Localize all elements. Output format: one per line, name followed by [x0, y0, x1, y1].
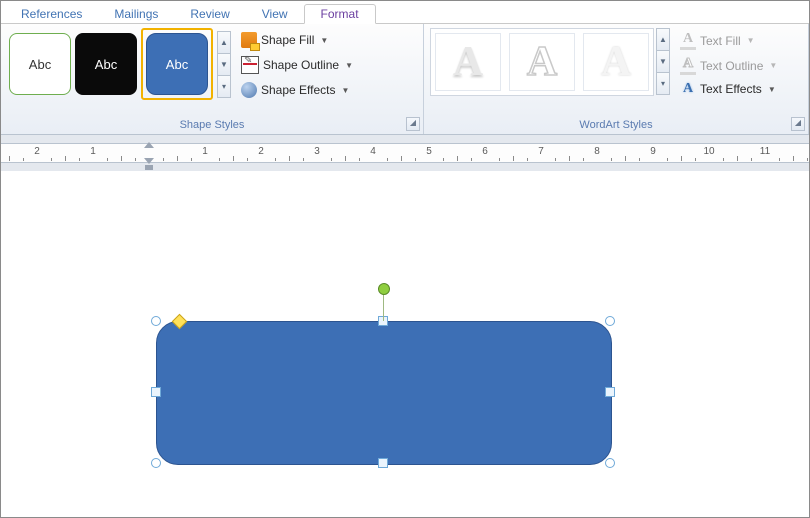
- rotation-handle[interactable]: [378, 283, 390, 295]
- chevron-down-icon: ▼: [320, 36, 328, 45]
- effects-icon: [241, 82, 257, 98]
- ruler-number: 9: [650, 146, 656, 157]
- text-outline-icon: A: [680, 56, 696, 75]
- ruler-number: 6: [482, 146, 488, 157]
- bucket-icon: [241, 32, 257, 48]
- tab-review[interactable]: Review: [174, 5, 245, 23]
- resize-handle-ne[interactable]: [605, 316, 615, 326]
- rounded-rectangle-shape[interactable]: [156, 321, 612, 465]
- text-effects-icon: A: [680, 81, 696, 97]
- resize-handle-w[interactable]: [151, 387, 161, 397]
- wordart-style-2[interactable]: A: [509, 33, 575, 91]
- chevron-down-icon: ▼: [345, 61, 353, 70]
- text-outline-button[interactable]: A Text Outline ▼: [678, 55, 779, 76]
- gallery-up-button[interactable]: ▲: [217, 31, 231, 54]
- text-fill-button[interactable]: A Text Fill ▼: [678, 30, 779, 51]
- text-effects-button[interactable]: A Text Effects ▼: [678, 80, 779, 98]
- ruler-number: 10: [703, 146, 714, 157]
- ruler-number: 5: [426, 146, 432, 157]
- shape-style-selected[interactable]: Abc: [141, 28, 213, 100]
- ruler-area: 211234567891011: [1, 135, 809, 172]
- shape-outline-button[interactable]: Shape Outline ▼: [239, 54, 355, 76]
- wordart-gallery-scroll: ▲ ▼ ▾: [656, 28, 670, 94]
- resize-handle-s[interactable]: [378, 458, 388, 468]
- rotation-connector: [383, 293, 384, 321]
- horizontal-ruler[interactable]: 211234567891011: [1, 143, 809, 163]
- text-outline-label: Text Outline: [700, 59, 763, 73]
- shape-style-3: Abc: [146, 33, 208, 95]
- shape-effects-label: Shape Effects: [261, 83, 336, 97]
- pencil-icon: [241, 56, 259, 74]
- ruler-number: 8: [594, 146, 600, 157]
- shape-fill-button[interactable]: Shape Fill ▼: [239, 30, 355, 50]
- shape-style-2[interactable]: Abc: [75, 33, 137, 95]
- selected-shape[interactable]: [156, 321, 610, 463]
- text-effects-label: Text Effects: [700, 82, 762, 96]
- group-shape-styles: Abc Abc Abc ▲ ▼ ▾ Shape Fill ▼: [1, 24, 424, 134]
- gallery-up-button[interactable]: ▲: [656, 28, 670, 51]
- chevron-down-icon: ▼: [768, 85, 776, 94]
- wordart-style-1[interactable]: A: [435, 33, 501, 91]
- wordart-style-3[interactable]: A: [583, 33, 649, 91]
- ruler-number: 1: [90, 146, 96, 157]
- shape-effects-button[interactable]: Shape Effects ▼: [239, 80, 355, 100]
- page[interactable]: [15, 171, 809, 517]
- ruler-number: 2: [34, 146, 40, 157]
- ruler-number: 4: [370, 146, 376, 157]
- ribbon: Abc Abc Abc ▲ ▼ ▾ Shape Fill ▼: [1, 24, 809, 135]
- tab-references[interactable]: References: [5, 5, 98, 23]
- tab-view[interactable]: View: [246, 5, 304, 23]
- text-fill-icon: A: [680, 31, 696, 50]
- wordart-styles-dialog-launcher[interactable]: ◢: [791, 117, 805, 131]
- shape-outline-label: Shape Outline: [263, 58, 339, 72]
- ruler-number: 1: [202, 146, 208, 157]
- ruler-number: 3: [314, 146, 320, 157]
- wordart-gallery[interactable]: A A A: [430, 28, 654, 96]
- gallery-down-button[interactable]: ▼: [656, 50, 670, 73]
- resize-handle-se[interactable]: [605, 458, 615, 468]
- chevron-down-icon: ▼: [769, 61, 777, 70]
- ruler-number: 2: [258, 146, 264, 157]
- tab-format[interactable]: Format: [304, 4, 376, 24]
- gallery-more-button[interactable]: ▾: [656, 72, 670, 95]
- resize-handle-nw[interactable]: [151, 316, 161, 326]
- ribbon-tabs: References Mailings Review View Format: [1, 1, 809, 24]
- text-commands: A Text Fill ▼ A Text Outline ▼ A Text Ef…: [678, 28, 779, 98]
- ruler-number: 11: [760, 146, 770, 157]
- group-title-shape-styles: Shape Styles: [7, 116, 417, 134]
- shape-fill-label: Shape Fill: [261, 33, 314, 47]
- tab-mailings[interactable]: Mailings: [98, 5, 174, 23]
- shape-style-1[interactable]: Abc: [9, 33, 71, 95]
- gallery-scroll: ▲ ▼ ▾: [217, 31, 231, 97]
- resize-handle-sw[interactable]: [151, 458, 161, 468]
- document-canvas[interactable]: [1, 171, 809, 517]
- shape-style-gallery[interactable]: Abc Abc Abc ▲ ▼ ▾: [7, 28, 231, 100]
- resize-handle-e[interactable]: [605, 387, 615, 397]
- shape-styles-dialog-launcher[interactable]: ◢: [406, 117, 420, 131]
- chevron-down-icon: ▼: [342, 86, 350, 95]
- ruler-number: 7: [538, 146, 544, 157]
- group-wordart-styles: A A A ▲ ▼ ▾ A Text Fill ▼: [424, 24, 809, 134]
- app-window: References Mailings Review View Format A…: [0, 0, 810, 518]
- text-fill-label: Text Fill: [700, 34, 741, 48]
- gallery-more-button[interactable]: ▾: [217, 75, 231, 98]
- shape-commands: Shape Fill ▼ Shape Outline ▼ Shape Effec…: [239, 28, 355, 100]
- chevron-down-icon: ▼: [747, 36, 755, 45]
- gallery-down-button[interactable]: ▼: [217, 53, 231, 76]
- group-title-wordart-styles: WordArt Styles: [430, 116, 802, 134]
